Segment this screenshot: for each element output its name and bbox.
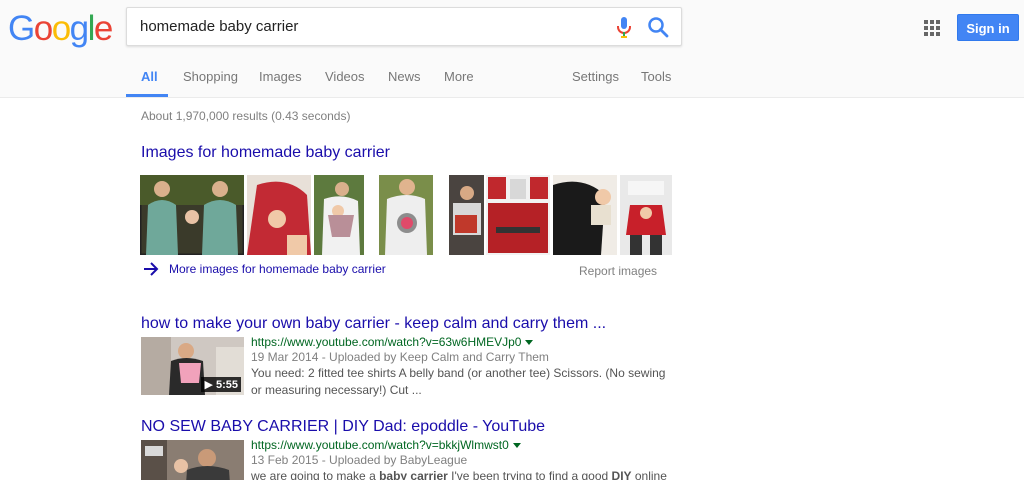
video-thumbnail[interactable]: ▶ 5:55 [141,337,244,395]
tab-settings[interactable]: Settings [572,69,619,84]
snippet-highlight: DIY [611,469,632,480]
tab-more[interactable]: More [444,69,474,84]
more-images-label: More images for homemade baby carrier [169,262,386,276]
thumbnail-image[interactable] [140,175,244,255]
images-block-title[interactable]: Images for homemade baby carrier [141,144,390,162]
logo-letter: g [69,9,89,48]
search-icon[interactable] [647,16,669,38]
result-date: 13 Feb 2015 - Uploaded by BabyLeague [251,453,468,467]
result-date: 19 Mar 2014 - Uploaded by Keep Calm and … [251,350,549,364]
logo-letter: G [8,9,35,48]
tab-images[interactable]: Images [259,69,302,84]
search-box [126,7,682,46]
result-stats: About 1,970,000 results (0.43 seconds) [141,109,351,123]
result-snippet: You need: 2 fitted tee shirts A belly ba… [251,366,666,397]
logo-letter: e [93,9,113,48]
tab-videos[interactable]: Videos [325,69,365,84]
thumbnail-image[interactable] [553,175,617,255]
report-images-link[interactable]: Report images [579,264,657,278]
snippet-text: online [631,469,667,480]
snippet-text: I've been trying to find a good [447,469,612,480]
active-tab-indicator [126,94,168,97]
caret-down-icon[interactable] [525,340,534,346]
tab-news[interactable]: News [388,69,421,84]
thumbnail-image[interactable] [247,175,311,255]
result-url-text: https://www.youtube.com/watch?v=bkkjWlmw… [251,438,509,452]
search-input[interactable] [140,8,600,45]
thumbnail-image[interactable] [379,175,433,255]
tab-all[interactable]: All [141,69,158,84]
video-thumbnail-image [141,440,244,480]
result-url[interactable]: https://www.youtube.com/watch?v=63w6HMEV… [251,335,534,349]
more-images-link[interactable]: More images for homemade baby carrier [143,262,386,276]
logo-letter: o [51,9,71,48]
video-thumbnail[interactable] [141,440,244,480]
video-duration: ▶ 5:55 [201,377,241,392]
result-url-text: https://www.youtube.com/watch?v=63w6HMEV… [251,335,522,349]
result-title-link[interactable]: how to make your own baby carrier - keep… [141,315,606,333]
thumbnail-image[interactable] [314,175,364,255]
logo-letter: o [33,9,53,48]
snippet-highlight: baby carrier [379,469,448,480]
result-url[interactable]: https://www.youtube.com/watch?v=bkkjWlmw… [251,438,521,452]
tab-shopping[interactable]: Shopping [183,69,238,84]
tab-tools[interactable]: Tools [641,69,671,84]
apps-grid-icon[interactable] [924,20,940,36]
caret-down-icon[interactable] [512,443,521,449]
snippet-text: we are going to make a [251,469,380,480]
thumbnail-image[interactable] [449,175,484,255]
sign-in-button[interactable]: Sign in [957,14,1019,41]
search-tabs: All Shopping Images Videos News More Set… [0,58,1024,98]
thumbnail-image[interactable] [486,175,550,255]
result-snippet: we are going to make a baby carrier I've… [251,468,671,480]
microphone-icon[interactable] [615,17,633,39]
arrow-right-icon [144,262,159,276]
header-bar: Google Sign in All Shopping Images Video… [0,0,1024,98]
result-title-link[interactable]: NO SEW BABY CARRIER | DIY Dad: epoddle -… [141,418,545,436]
google-logo[interactable]: Google [8,9,113,49]
thumbnail-image[interactable] [620,175,672,255]
